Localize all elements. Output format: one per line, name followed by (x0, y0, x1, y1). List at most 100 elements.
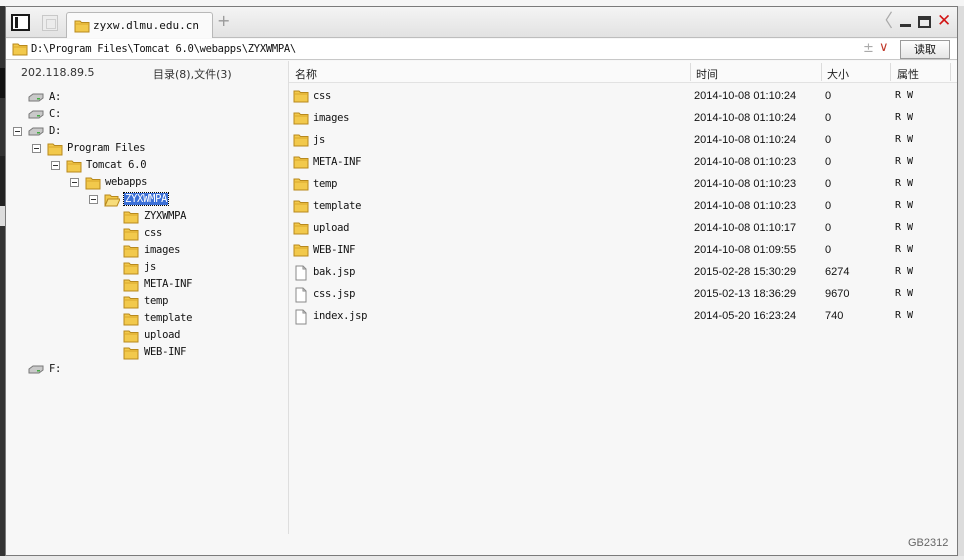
file-size: 0 (825, 90, 832, 102)
file-size: 6274 (825, 266, 850, 278)
tree-item-web-inf[interactable]: WEB-INF (6, 345, 288, 362)
tree-item-label: Tomcat 6.0 (86, 159, 147, 171)
tree-item-template[interactable]: template (6, 311, 288, 328)
read-button[interactable]: 读取 (900, 40, 950, 59)
folder-icon (123, 347, 139, 360)
tree-item-d[interactable]: D: (6, 124, 288, 141)
file-attr: R W (895, 266, 914, 277)
tree-item-c[interactable]: C: (6, 107, 288, 124)
folder-icon (293, 156, 309, 169)
tree-item-zyxwmpa-child[interactable]: ZYXWMPA (6, 209, 288, 226)
column-divider[interactable] (890, 63, 891, 81)
folder-icon (293, 178, 309, 191)
plus-minus-icon[interactable]: ± (863, 41, 874, 56)
folder-icon (293, 112, 309, 125)
list-item[interactable]: WEB-INF 2014-10-08 01:09:55 0 R W (289, 240, 957, 262)
file-time: 2014-10-08 01:10:23 (694, 200, 797, 212)
column-divider[interactable] (950, 63, 951, 81)
list-item[interactable]: temp 2014-10-08 01:10:23 0 R W (289, 174, 957, 196)
column-name-header[interactable]: 名称 (295, 66, 317, 82)
file-size: 0 (825, 134, 832, 146)
file-size: 0 (825, 178, 832, 190)
path-input[interactable]: D:\Program Files\Tomcat 6.0\webapps\ZYXW… (31, 43, 296, 55)
folder-icon (123, 262, 139, 275)
file-attr: R W (895, 112, 914, 123)
file-time: 2014-10-08 01:10:23 (694, 156, 797, 168)
tree-item-f[interactable]: F: (6, 362, 288, 379)
column-divider[interactable] (821, 63, 822, 81)
folder-icon (123, 279, 139, 292)
tree-item-tomcat[interactable]: Tomcat 6.0 (6, 158, 288, 175)
column-attr-header[interactable]: 属性 (897, 66, 919, 82)
tree-item-upload[interactable]: upload (6, 328, 288, 345)
collapse-icon[interactable] (89, 195, 98, 204)
tree-item-label: C: (49, 108, 62, 120)
tree-item-label: images (144, 244, 181, 256)
maximize-icon[interactable] (918, 16, 931, 28)
tree-item-a[interactable]: A: (6, 90, 288, 107)
file-name: index.jsp (313, 310, 368, 322)
file-attr: R W (895, 244, 914, 255)
list-item[interactable]: css.jsp 2015-02-13 18:36:29 9670 R W (289, 284, 957, 306)
file-size: 0 (825, 112, 832, 124)
folder-icon (123, 296, 139, 309)
list-item[interactable]: images 2014-10-08 01:10:24 0 R W (289, 108, 957, 130)
tree-item-images[interactable]: images (6, 243, 288, 260)
collapse-icon[interactable] (70, 178, 79, 187)
close-icon[interactable]: ✕ (937, 11, 951, 31)
column-divider[interactable] (690, 63, 691, 81)
background-page-bottom (0, 556, 964, 560)
toggle-panel-icon[interactable] (11, 14, 30, 31)
file-time: 2015-02-28 15:30:29 (694, 266, 797, 278)
tree-item-program-files[interactable]: Program Files (6, 141, 288, 158)
file-attr: R W (895, 90, 914, 101)
folder-icon (74, 20, 90, 33)
minimize-icon[interactable] (899, 15, 913, 29)
tree-item-js[interactable]: js (6, 260, 288, 277)
file-size: 0 (825, 244, 832, 256)
drive-icon (28, 93, 44, 102)
column-time-header[interactable]: 时间 (696, 66, 718, 82)
add-tab-button[interactable]: + (217, 13, 230, 29)
file-time: 2014-10-08 01:10:24 (694, 90, 797, 102)
tree-item-meta-inf[interactable]: META-INF (6, 277, 288, 294)
file-name: META-INF (313, 156, 362, 168)
list-item[interactable]: template 2014-10-08 01:10:23 0 R W (289, 196, 957, 218)
tree-item-zyxwmpa-selected[interactable]: ZYXWMPA (6, 192, 288, 209)
folder-icon (123, 330, 139, 343)
list-item[interactable]: js 2014-10-08 01:10:24 0 R W (289, 130, 957, 152)
window-icon[interactable] (42, 15, 58, 31)
list-item[interactable]: META-INF 2014-10-08 01:10:23 0 R W (289, 152, 957, 174)
drive-icon (28, 127, 44, 136)
folder-icon (12, 43, 28, 56)
tree-item-webapps[interactable]: webapps (6, 175, 288, 192)
column-size-header[interactable]: 大小 (827, 66, 849, 82)
tree-item-label: Program Files (67, 142, 146, 154)
file-attr: R W (895, 310, 914, 321)
chevron-down-icon[interactable]: ∨ (879, 40, 889, 55)
collapse-icon[interactable] (51, 161, 60, 170)
folder-open-icon (104, 194, 120, 207)
list-item[interactable]: css 2014-10-08 01:10:24 0 R W (289, 86, 957, 108)
tree-item-label: css (144, 227, 163, 239)
back-arrow-icon[interactable]: 〈 (875, 13, 893, 31)
tree-item-temp[interactable]: temp (6, 294, 288, 311)
file-name: images (313, 112, 350, 124)
directory-summary: 目录(8),文件(3) (153, 68, 232, 81)
tree-item-css[interactable]: css (6, 226, 288, 243)
left-panel-header: 202.118.89.5 目录(8),文件(3) (6, 61, 288, 83)
encoding-label[interactable]: GB2312 (908, 537, 948, 549)
file-attr: R W (895, 200, 914, 211)
file-size: 0 (825, 222, 832, 234)
list-item[interactable]: index.jsp 2014-05-20 16:23:24 740 R W (289, 306, 957, 328)
collapse-icon[interactable] (32, 144, 41, 153)
list-item[interactable]: upload 2014-10-08 01:10:17 0 R W (289, 218, 957, 240)
file-size: 0 (825, 200, 832, 212)
document-icon (295, 309, 307, 325)
list-item[interactable]: bak.jsp 2015-02-28 15:30:29 6274 R W (289, 262, 957, 284)
folder-icon (293, 244, 309, 257)
tab-current-site[interactable]: zyxw.dlmu.edu.cn (66, 12, 213, 38)
tree-item-label: D: (49, 125, 62, 137)
file-name: template (313, 200, 362, 212)
collapse-icon[interactable] (13, 127, 22, 136)
